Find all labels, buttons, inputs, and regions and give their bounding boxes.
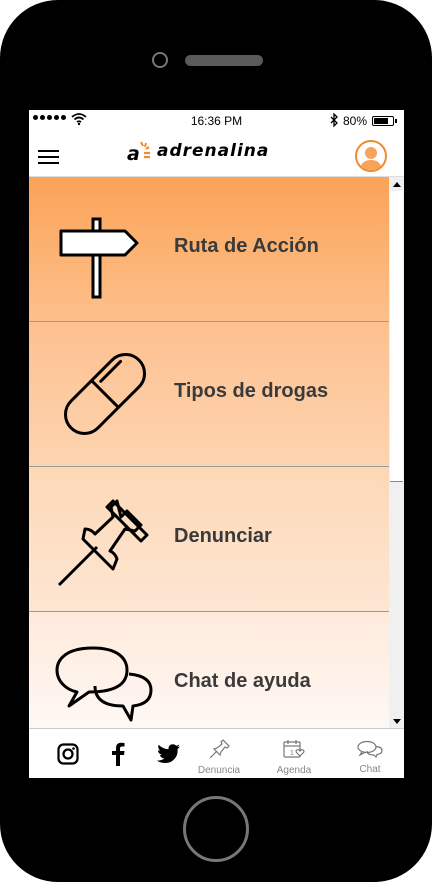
menu-item-label: Chat de ayuda	[174, 670, 311, 692]
app-header: a adrenalina	[29, 132, 404, 177]
battery-percent: 80%	[343, 114, 368, 128]
user-avatar-icon[interactable]	[355, 140, 387, 172]
pill-icon	[63, 352, 147, 436]
tab-label: Agenda	[276, 765, 312, 776]
menu-item-label: Ruta de Acción	[174, 235, 319, 257]
tab-label: Chat	[359, 764, 381, 775]
chat-bubbles-icon	[55, 646, 153, 722]
pushpin-icon	[209, 739, 230, 759]
logo-text: adrenalina	[157, 141, 270, 161]
menu-scrollbar[interactable]	[389, 177, 404, 728]
home-button[interactable]	[183, 796, 249, 862]
pushpin-icon	[57, 499, 149, 587]
phone-frame: 16:36 PM 80% a adrenalina Ruta de Acción…	[0, 0, 432, 882]
signpost-icon	[59, 217, 139, 299]
app-logo: a adrenalina	[127, 140, 269, 162]
calendar-heart-icon: 1	[283, 740, 305, 758]
tab-chat[interactable]: Chat	[346, 740, 394, 778]
front-camera	[152, 52, 168, 68]
main-menu-list: Ruta de Acción Tipos de drogas Denunciar…	[29, 177, 389, 728]
chat-bubbles-icon	[357, 740, 383, 759]
svg-text:a: a	[127, 143, 140, 162]
scrollbar-thumb[interactable]	[390, 191, 403, 482]
scroll-up-arrow-icon[interactable]	[393, 182, 401, 187]
app-screen: 16:36 PM 80% a adrenalina Ruta de Acción…	[29, 110, 404, 778]
bottom-tab-bar: Denuncia 1 Agenda Chat	[29, 728, 404, 778]
instagram-icon	[57, 743, 79, 765]
facebook-icon	[112, 742, 125, 766]
tab-denuncia[interactable]: Denuncia	[195, 739, 243, 778]
instagram-button[interactable]	[57, 743, 79, 778]
tab-agenda[interactable]: 1 Agenda	[270, 739, 318, 778]
menu-item-denunciar[interactable]: Denunciar	[29, 467, 389, 612]
menu-item-chat[interactable]: Chat de ayuda	[29, 612, 389, 728]
twitter-button[interactable]	[156, 744, 180, 778]
menu-item-label: Denunciar	[174, 525, 272, 547]
bluetooth-icon	[330, 113, 338, 127]
facebook-button[interactable]	[111, 742, 125, 778]
menu-item-label: Tipos de drogas	[174, 380, 329, 402]
earpiece-speaker	[185, 55, 263, 66]
hamburger-menu-icon[interactable]	[38, 150, 59, 164]
status-bar: 16:36 PM 80%	[29, 110, 404, 132]
tab-label: Denuncia	[197, 765, 241, 776]
scroll-down-arrow-icon[interactable]	[393, 719, 401, 724]
svg-text:1: 1	[290, 750, 294, 757]
battery-icon	[372, 116, 397, 126]
twitter-icon	[156, 744, 180, 763]
menu-item-ruta[interactable]: Ruta de Acción	[29, 177, 389, 322]
logo-mark-icon: a	[127, 141, 150, 162]
menu-item-drogas[interactable]: Tipos de drogas	[29, 322, 389, 467]
